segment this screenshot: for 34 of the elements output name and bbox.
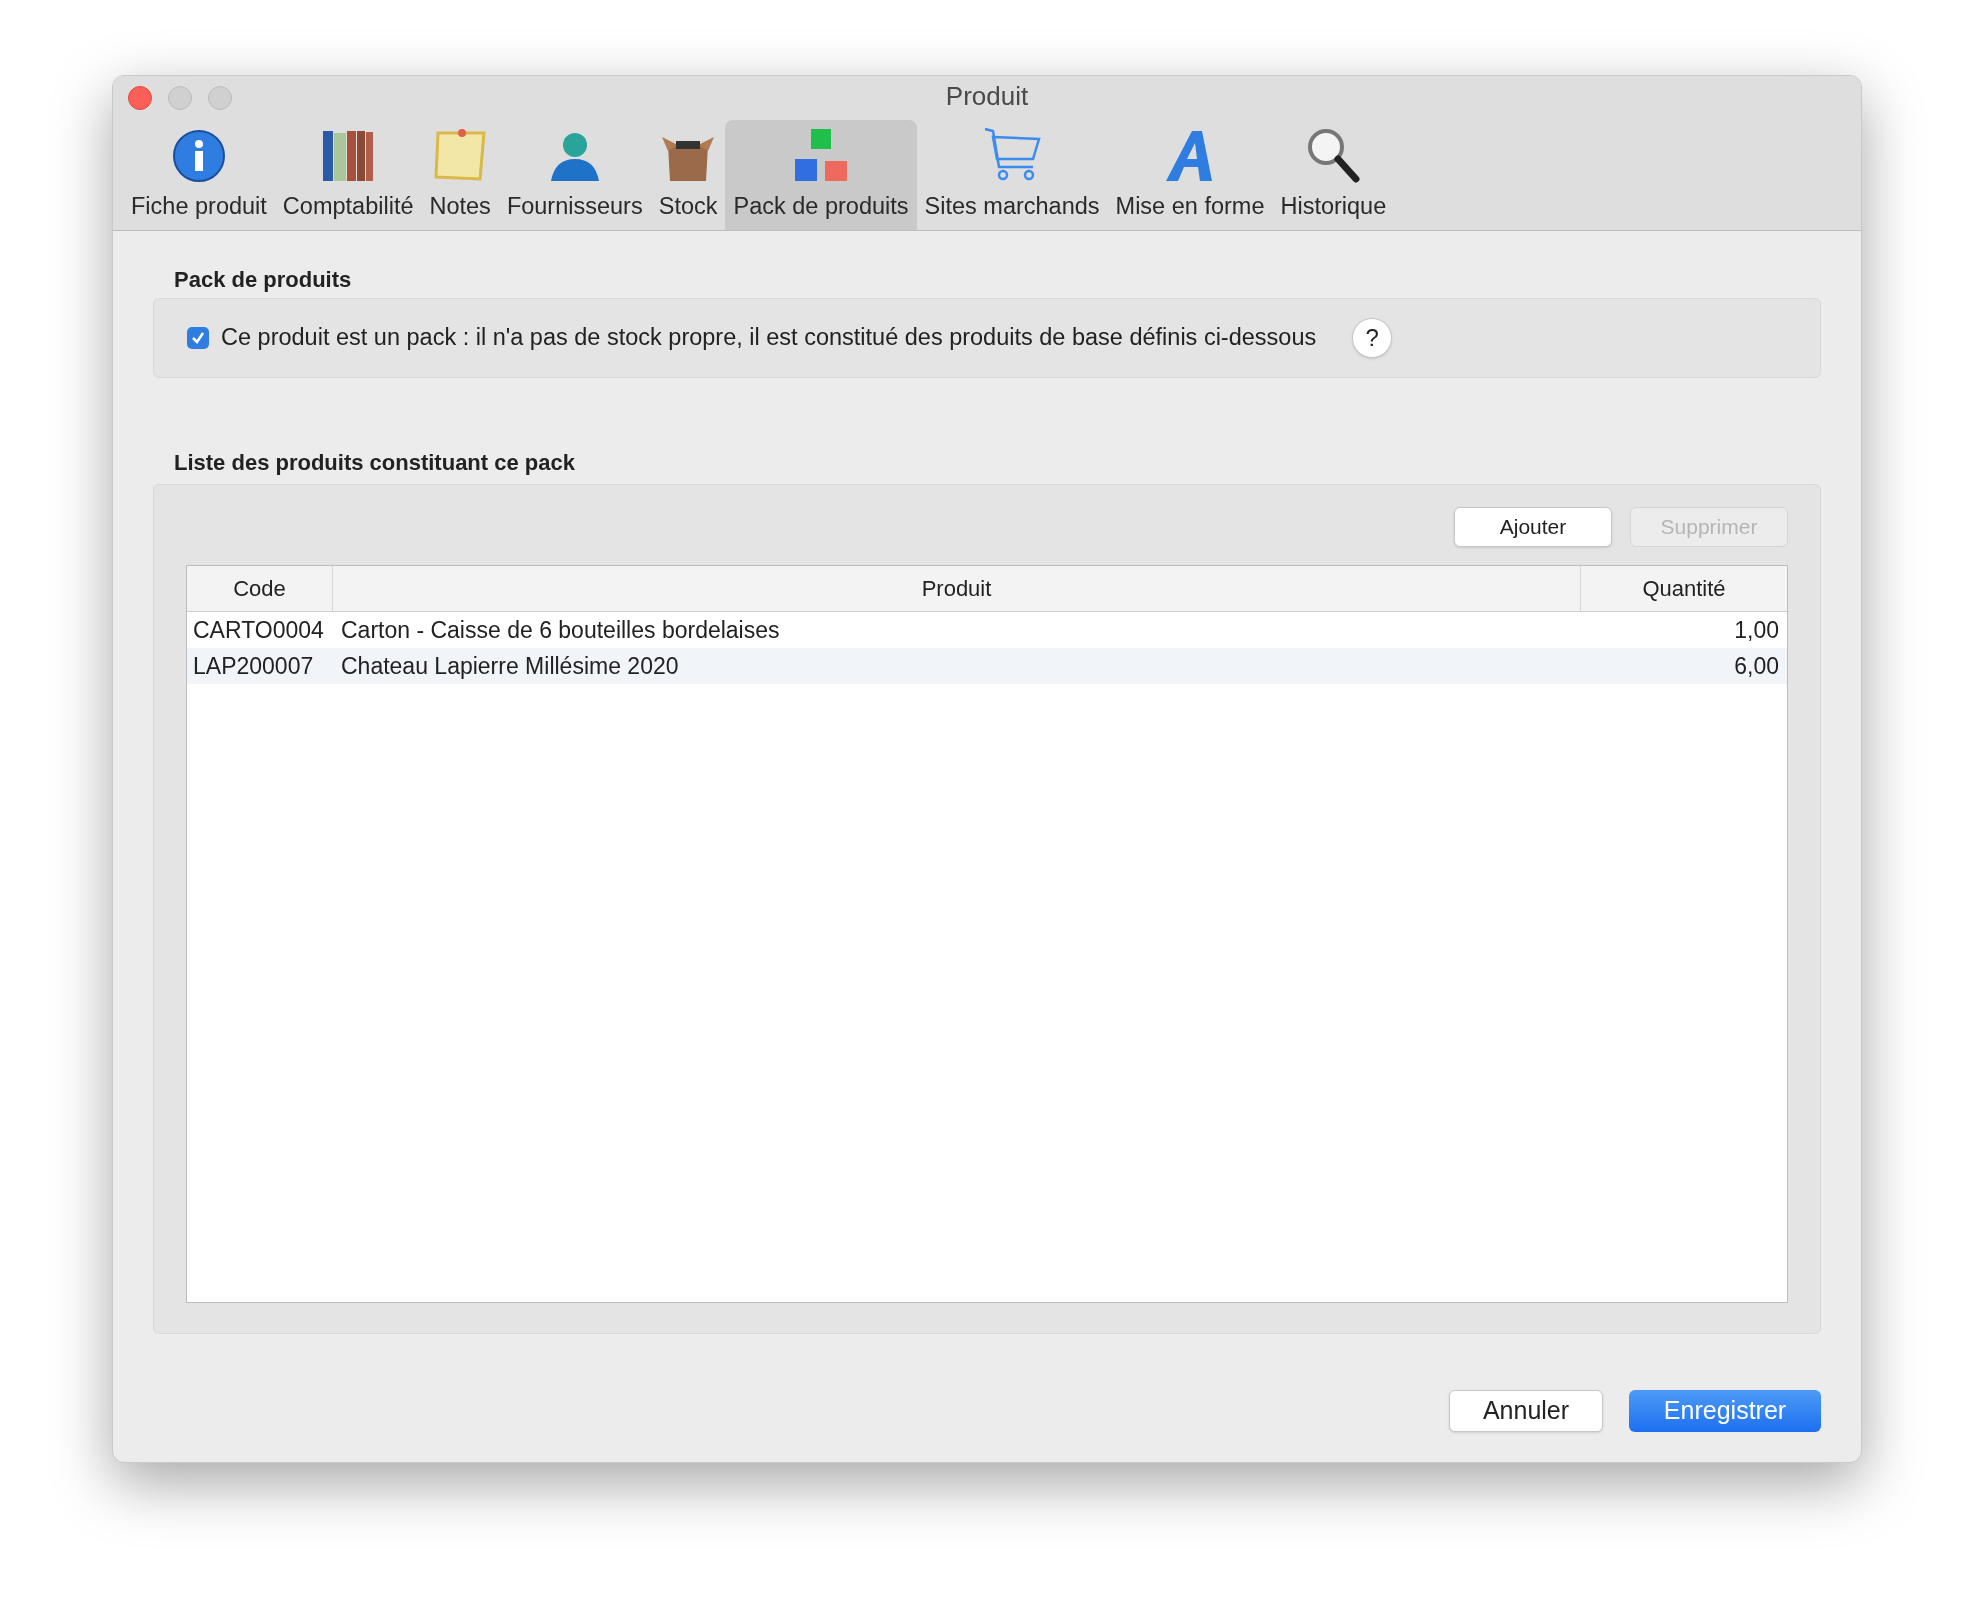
magnifier-icon [1306, 126, 1361, 183]
window-title: Produit [945, 79, 1029, 113]
button[interactable]: Ajouter [1454, 507, 1612, 547]
toolbar-tab[interactable]: Mise en forme [1107, 120, 1273, 230]
cubes-icon [793, 126, 849, 183]
column-header[interactable]: Produit [333, 566, 1581, 611]
table-cell-text: 1,00 [1733, 615, 1780, 645]
toolbar-tab[interactable]: Stock [650, 120, 726, 230]
cart-icon [983, 126, 1042, 183]
table-cell-text: Carton - Caisse de 6 bouteilles bordelaises [340, 615, 781, 645]
toolbar-tab[interactable]: Comptabilité [274, 120, 422, 230]
column-header[interactable]: Quantité [1581, 566, 1787, 611]
section-title: Liste des produits constituant ce pack [174, 449, 576, 477]
help-button[interactable]: ? [1352, 318, 1393, 358]
toolbar-tab[interactable]: Notes [421, 120, 499, 230]
table-cell-text: Chateau Lapierre Millésime 2020 [340, 651, 680, 681]
toolbar-tab[interactable]: Fournisseurs [498, 120, 651, 230]
table-cell-text: 6,00 [1733, 651, 1780, 681]
table-cell-text: LAP200007 [192, 651, 315, 681]
note-icon [432, 126, 489, 183]
info-icon [171, 128, 226, 183]
table-cell-text: CARTO0004 [192, 615, 325, 645]
checkmark-icon [190, 330, 206, 346]
cancel-button[interactable]: Annuler [1449, 1390, 1603, 1432]
section-title: Pack de produits [174, 266, 353, 294]
toolbar-tab[interactable]: Fiche produit [123, 120, 275, 230]
close-button[interactable] [128, 86, 152, 110]
checkbox-label: Ce produit est un pack : il n'a pas de stock propre, il est constitué des produits de base définis ci-dessous [221, 323, 1317, 353]
toolbar-tab[interactable]: Pack de produits [725, 120, 917, 230]
column-header[interactable]: Code [187, 566, 333, 611]
toolbar-tab[interactable]: Historique [1272, 120, 1395, 230]
save-button[interactable]: Enregistrer [1629, 1390, 1821, 1432]
toolbar-tab[interactable]: Sites marchands [916, 120, 1108, 230]
checkbox[interactable] [187, 327, 209, 349]
